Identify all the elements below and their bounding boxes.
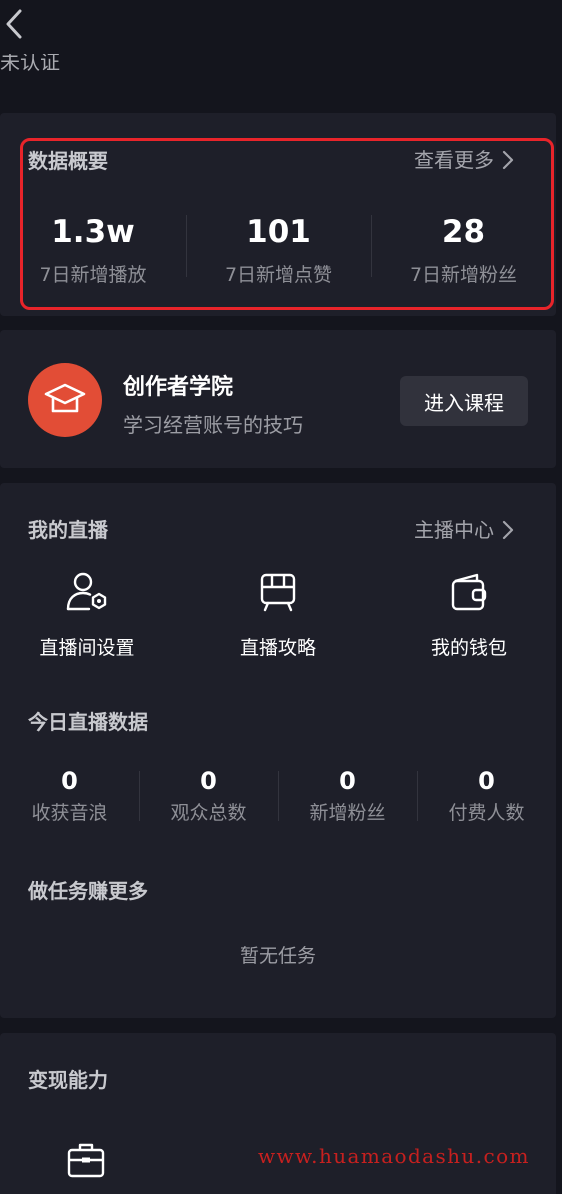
live-room-settings[interactable]: 直播间设置 [12,571,162,660]
stat-value: 0 [61,767,78,795]
stat-label: 7日新增点赞 [224,264,333,286]
certification-status: 未认证 [0,50,60,74]
watermark-text: www.huamaodashu.com [258,1144,530,1168]
stat-followers[interactable]: 28 7日新增粉丝 [371,212,556,288]
today-stat-new-followers[interactable]: 0 新增粉丝 [278,766,417,826]
stat-value: 0 [200,767,217,795]
creator-service-page: 未认证 数据概要 查看更多 1.3w 7日新增播放 101 7日新增点赞 28 … [0,0,562,1194]
stat-label: 7日新增播放 [39,264,147,286]
stat-divider [278,771,279,821]
stat-divider [371,215,372,277]
stat-divider [186,215,187,277]
stat-value: 101 [246,214,311,250]
graduation-cap-icon [44,383,86,413]
monetization-item[interactable] [66,1140,106,1184]
tool-label: 直播攻略 [239,637,316,659]
stat-value: 0 [478,767,495,795]
view-more-link[interactable]: 查看更多 [414,148,514,172]
academy-subtitle: 学习经营账号的技巧 [123,413,303,437]
today-stat-viewers[interactable]: 0 观众总数 [139,766,278,826]
today-stat-sound-waves[interactable]: 0 收获音浪 [0,766,139,826]
live-guide[interactable]: 直播攻略 [203,571,353,660]
guide-icon [260,573,296,612]
no-tasks-message: 暂无任务 [239,945,316,967]
back-button[interactable] [0,6,28,42]
today-stat-payers[interactable]: 0 付费人数 [417,766,556,826]
briefcase-icon [67,1143,105,1178]
anchor-center-label: 主播中心 [414,518,494,542]
tool-label: 直播间设置 [39,637,135,659]
data-overview-title: 数据概要 [28,149,108,173]
stat-label: 观众总数 [170,802,247,824]
stat-divider [417,771,418,821]
stat-plays[interactable]: 1.3w 7日新增播放 [0,212,186,288]
stat-label: 收获音浪 [31,802,108,824]
chevron-left-icon [6,9,22,39]
stat-value: 28 [441,214,486,250]
stat-divider [139,771,140,821]
monetization-title: 变现能力 [28,1068,108,1092]
stat-label: 付费人数 [448,802,525,824]
view-more-label: 查看更多 [414,148,494,172]
user-settings-icon [66,572,107,611]
my-wallet[interactable]: 我的钱包 [394,571,544,660]
wallet-icon [451,573,487,611]
academy-badge [28,363,102,437]
stat-label: 7日新增粉丝 [409,264,518,286]
tool-label: 我的钱包 [430,637,507,659]
enter-course-button[interactable]: 进入课程 [400,376,528,426]
today-live-data-title: 今日直播数据 [28,710,148,734]
stat-label: 新增粉丝 [309,802,386,824]
stat-value: 0 [339,767,356,795]
stat-likes[interactable]: 101 7日新增点赞 [186,212,371,288]
anchor-center-link[interactable]: 主播中心 [414,518,514,542]
stat-value: 1.3w [51,214,135,250]
my-live-title: 我的直播 [28,518,108,542]
tasks-title: 做任务赚更多 [28,879,148,903]
my-live-card [0,483,556,1018]
chevron-right-icon [502,150,514,170]
chevron-right-icon [502,520,514,540]
academy-title: 创作者学院 [123,375,234,400]
